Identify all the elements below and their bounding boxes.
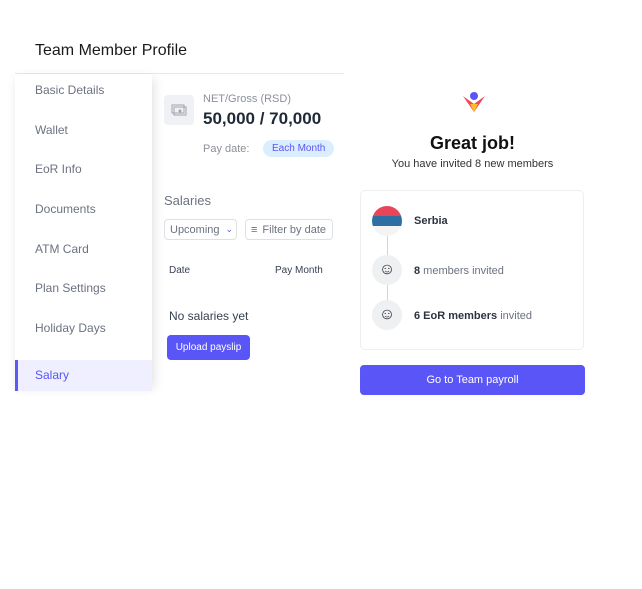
col-pay-month: Pay Month: [275, 265, 323, 276]
col-date: Date: [169, 265, 191, 276]
eor-invited: 6 EoR members invited: [414, 310, 532, 322]
success-title: Great job!: [429, 133, 515, 153]
net-gross-label: NET/Gross (RSD): [203, 93, 291, 105]
sidebar-item-wallet[interactable]: Wallet: [15, 114, 152, 154]
user-icon: ☺: [372, 300, 402, 330]
invite-summary-card: Serbia ☺ 8 members invited ☺ 6 EoR membe…: [360, 190, 584, 350]
success-subtitle: You have invited 8 new members: [391, 158, 554, 170]
sidebar-item-basic-details[interactable]: Basic Details: [15, 74, 152, 114]
filter-label: Filter by date: [262, 223, 327, 236]
sidebar-item-plan-settings[interactable]: Plan Settings: [15, 272, 152, 312]
empty-state: No salaries yet: [169, 309, 249, 323]
country-name: Serbia: [414, 215, 448, 227]
filter-icon: ≡: [251, 223, 258, 236]
serbia-flag-icon: [372, 206, 402, 236]
members-invited: 8 members invited: [414, 265, 504, 277]
sidebar-item-documents[interactable]: Documents: [15, 193, 152, 233]
money-icon: [164, 95, 194, 125]
period-select-value: Upcoming: [170, 223, 220, 236]
page-title: Team Member Profile: [35, 42, 188, 59]
chevron-down-icon: ⌄: [225, 224, 234, 234]
logo-icon: [462, 90, 486, 119]
sidebar-item-atm-card[interactable]: ATM Card: [15, 233, 152, 273]
go-to-team-payroll-button[interactable]: Go to Team payroll: [360, 365, 585, 395]
filter-by-date-button[interactable]: ≡ Filter by date: [245, 219, 333, 240]
salary-amount: 50,000 / 70,000: [203, 109, 322, 128]
period-select[interactable]: Upcoming ⌄: [164, 219, 237, 240]
sidebar-item-salary[interactable]: Salary: [15, 359, 152, 391]
pay-date-badge: Each Month: [263, 140, 335, 157]
eor-text: invited: [497, 310, 533, 322]
pay-date-label: Pay date:: [203, 143, 250, 155]
sidebar-item-eor-info[interactable]: EoR Info: [15, 153, 152, 193]
members-text: members invited: [420, 265, 504, 277]
eor-count: 6 EoR members: [414, 310, 498, 322]
sidebar-item-holiday-days[interactable]: Holiday Days: [15, 312, 152, 352]
salaries-title: Salaries: [164, 193, 211, 208]
user-icon: ☺: [372, 255, 402, 285]
sidebar: Basic Details Wallet EoR Info Documents …: [15, 74, 152, 391]
upload-payslip-button[interactable]: Upload payslip: [167, 335, 250, 360]
